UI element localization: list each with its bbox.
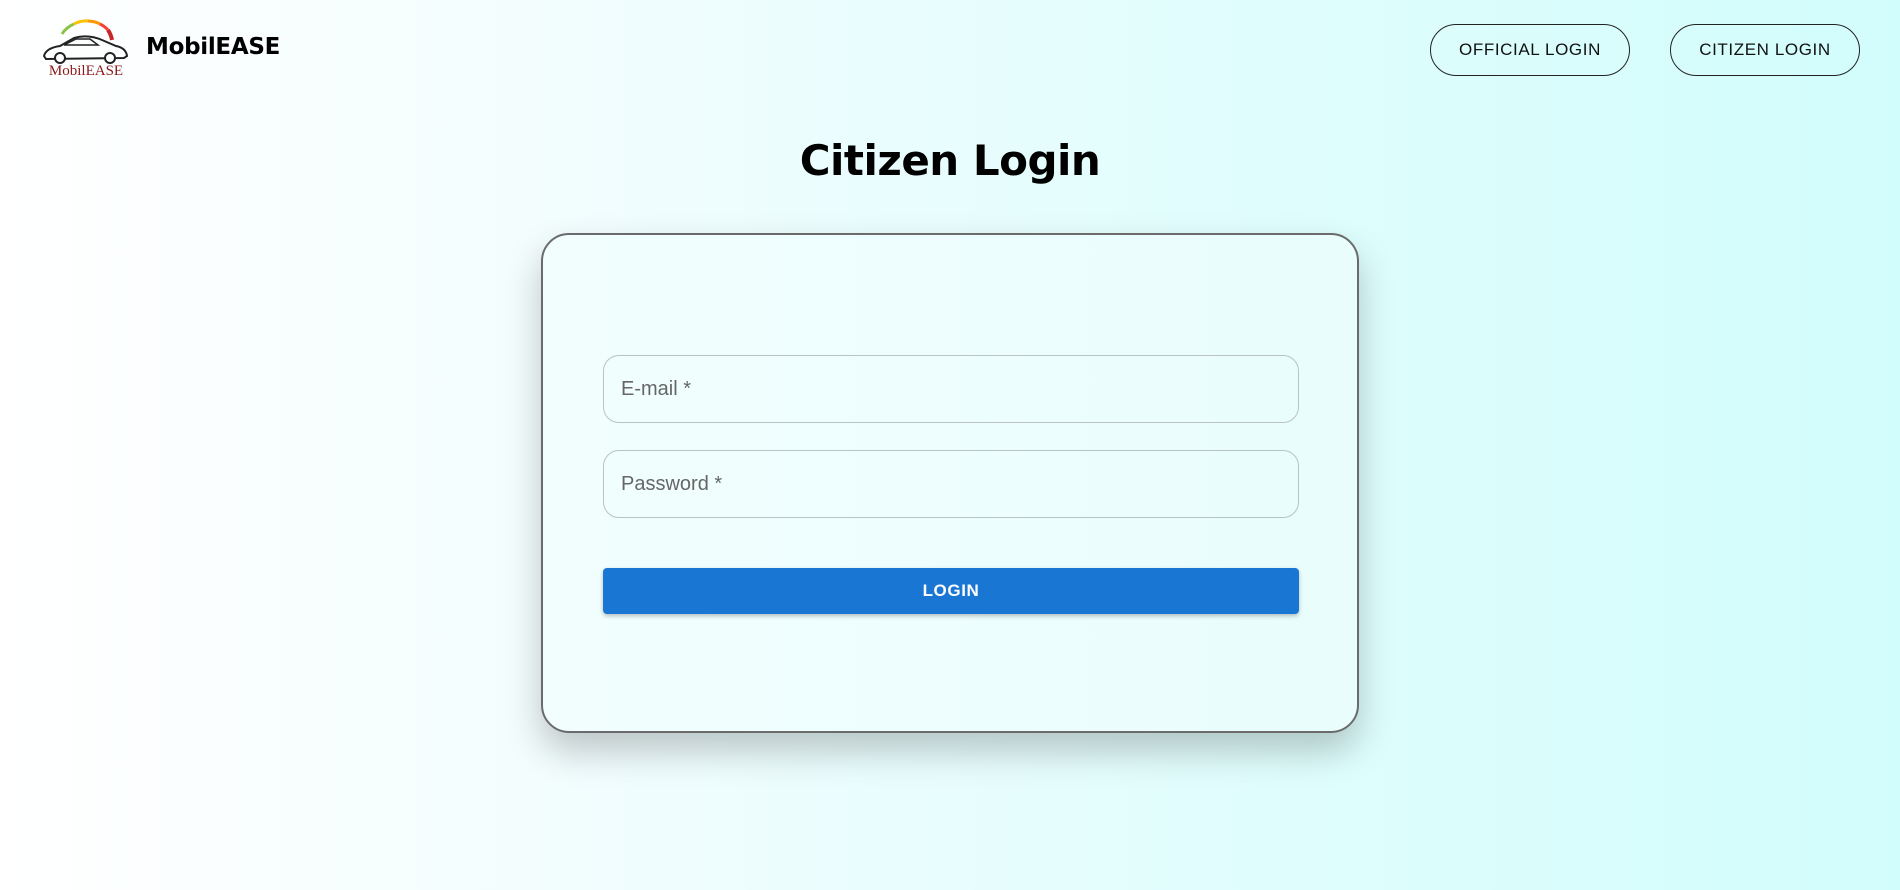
login-card: LOGIN [541,233,1359,733]
official-login-button[interactable]: OFFICIAL LOGIN [1430,24,1630,76]
mobilease-logo[interactable]: MobilEASE [40,18,132,78]
email-field[interactable] [603,355,1299,423]
page-title: Citizen Login [799,136,1101,185]
email-input[interactable] [621,356,1298,422]
citizen-login-button[interactable]: CITIZEN LOGIN [1670,24,1860,76]
login-button[interactable]: LOGIN [603,568,1299,614]
password-field[interactable] [603,450,1299,518]
brand-name: MobilEASE [146,34,281,60]
password-input[interactable] [621,451,1298,517]
svg-text:MobilEASE: MobilEASE [49,63,123,78]
top-header: MobilEASE MobilEASE OFFICIAL LOGIN CITIZ… [0,0,1900,100]
